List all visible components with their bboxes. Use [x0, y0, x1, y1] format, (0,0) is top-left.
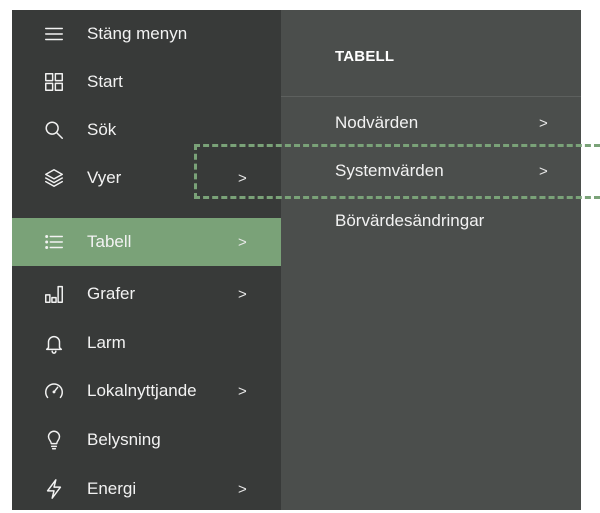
- layers-icon: [42, 166, 66, 190]
- sidebar-item-lighting[interactable]: Belysning: [12, 416, 281, 464]
- chevron-right-icon: >: [539, 162, 548, 180]
- divider: [281, 96, 581, 97]
- sidebar-item-label: Lokalnyttjande: [87, 381, 197, 400]
- bell-icon: [42, 331, 66, 355]
- sidebar-item-views[interactable]: Vyer >: [12, 154, 281, 202]
- submenu-panel: TABELL Nodvärden > Systemvärden > Börvär…: [281, 10, 581, 510]
- chevron-right-icon: >: [539, 114, 548, 132]
- submenu-item-label: Börvärdesändringar: [335, 211, 485, 230]
- submenu-item-setpoint-changes[interactable]: Börvärdesändringar: [281, 199, 581, 243]
- submenu-item-system-values[interactable]: Systemvärden >: [281, 149, 581, 193]
- sidebar-item-close-menu[interactable]: Stäng menyn: [12, 10, 281, 58]
- sidebar-item-label: Energi: [87, 479, 137, 498]
- sidebar-item-alarm[interactable]: Larm: [12, 319, 281, 367]
- bar-chart-icon: [42, 282, 66, 306]
- sidebar-item-label: Start: [87, 72, 123, 91]
- sidebar-item-label: Larm: [87, 333, 126, 352]
- search-icon: [42, 118, 66, 142]
- list-icon: [42, 230, 66, 254]
- sidebar-item-label: Tabell: [87, 232, 132, 251]
- submenu-item-node-values[interactable]: Nodvärden >: [281, 101, 581, 145]
- chevron-right-icon: >: [238, 480, 247, 498]
- lightbulb-icon: [42, 428, 66, 452]
- sidebar-item-search[interactable]: Sök: [12, 106, 281, 154]
- sidebar-item-label: Grafer: [87, 284, 136, 303]
- sidebar-item-label: Stäng menyn: [87, 24, 188, 43]
- sidebar-item-label: Vyer: [87, 168, 122, 187]
- sidebar-item-energy[interactable]: Energi >: [12, 465, 281, 513]
- submenu-item-label: Nodvärden: [335, 113, 419, 132]
- chevron-right-icon: >: [238, 233, 247, 251]
- chevron-right-icon: >: [238, 169, 247, 187]
- sidebar-item-space-usage[interactable]: Lokalnyttjande >: [12, 367, 281, 415]
- chevron-right-icon: >: [238, 285, 247, 303]
- hamburger-icon: [42, 22, 66, 46]
- sidebar-item-label: Sök: [87, 120, 117, 139]
- sidebar-item-graphs[interactable]: Grafer >: [12, 270, 281, 318]
- grid-icon: [42, 70, 66, 94]
- submenu-title: TABELL: [335, 48, 395, 65]
- submenu-item-label: Systemvärden: [335, 161, 444, 180]
- sidebar-item-label: Belysning: [87, 430, 161, 449]
- sidebar-item-start[interactable]: Start: [12, 58, 281, 106]
- chevron-right-icon: >: [238, 382, 247, 400]
- sidebar: Stäng menyn Start Sök Vyer > Tabell > Gr…: [12, 10, 281, 510]
- sidebar-item-table[interactable]: Tabell >: [12, 218, 281, 266]
- gauge-icon: [42, 379, 66, 403]
- lightning-icon: [42, 477, 66, 501]
